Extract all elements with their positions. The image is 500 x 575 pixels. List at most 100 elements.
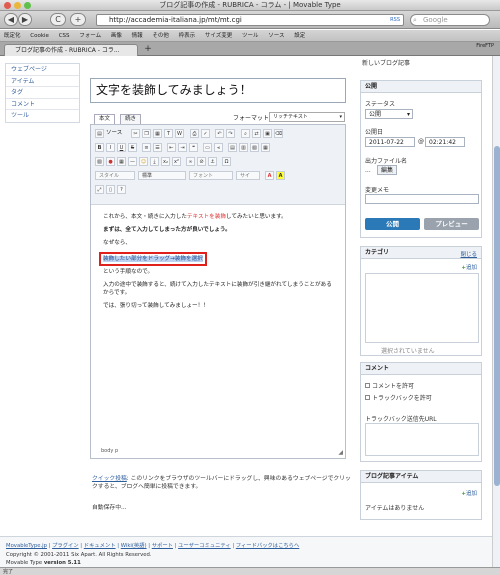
date-field[interactable]: 2011-07-22	[365, 137, 415, 147]
nav-item-tags[interactable]: タグ	[6, 87, 79, 99]
redo-icon[interactable]: ↷	[226, 129, 235, 138]
indent-icon[interactable]: ⇥	[178, 143, 187, 152]
source-label[interactable]: ソース	[106, 129, 122, 138]
trackback-url-field[interactable]	[365, 423, 479, 456]
bulleted-list-icon[interactable]: ☰	[153, 143, 162, 152]
footer-link[interactable]: サポート	[152, 543, 173, 549]
select-all-icon[interactable]: ▣	[263, 129, 272, 138]
size-select[interactable]: 標準	[138, 171, 186, 180]
italic-icon[interactable]: I	[106, 143, 115, 152]
find-icon[interactable]: ⌕	[241, 129, 250, 138]
quick-post-link[interactable]: クイック投稿	[92, 476, 127, 482]
flash-icon[interactable]: ●	[106, 157, 115, 166]
bookmark-item[interactable]: 設定	[294, 33, 305, 39]
strikethrough-icon[interactable]: S	[128, 143, 137, 152]
spellcheck-icon[interactable]: ✓	[201, 129, 210, 138]
tab-more[interactable]: 続き	[120, 114, 142, 124]
bookmark-item[interactable]: Cookie	[30, 33, 49, 39]
allow-comments-option[interactable]: コメントを許可	[365, 381, 414, 390]
resize-handle-icon[interactable]: ◢	[338, 449, 343, 456]
time-field[interactable]: 02:21:42	[425, 137, 465, 147]
category-add-link[interactable]: +追加	[461, 263, 477, 271]
tab-blog-entry[interactable]: ブログ記事の作成 - RUBRICA - コラ...	[4, 44, 138, 56]
nav-item-comments[interactable]: コメント	[6, 99, 79, 110]
bold-icon[interactable]: B	[95, 143, 104, 152]
bookmark-item[interactable]: 既定化	[4, 33, 21, 39]
url-field[interactable]: http://accademia-italiana.jp/mt/mt.cgi R…	[96, 14, 404, 26]
fireftp-button[interactable]: FireFTP	[476, 43, 494, 49]
blockquote-icon[interactable]: ❝	[189, 143, 198, 152]
edit-filename-button[interactable]: 編集	[377, 165, 397, 175]
zoom-window-button[interactable]	[24, 2, 31, 9]
footer-link[interactable]: ドキュメント	[84, 543, 116, 549]
items-add-link[interactable]: +追加	[461, 489, 477, 497]
style-select[interactable]: スタイル	[95, 171, 135, 180]
superscript-icon[interactable]: x²	[172, 157, 181, 166]
allow-comments-checkbox[interactable]	[365, 383, 370, 388]
align-right-icon[interactable]: ▧	[250, 143, 259, 152]
special-char-icon[interactable]: Ω	[222, 157, 231, 166]
undo-icon[interactable]: ↶	[215, 129, 224, 138]
format-select[interactable]: リッチテキスト ▾	[269, 112, 345, 122]
font-select[interactable]: フォント	[189, 171, 233, 180]
editor-content[interactable]: これから、本文・続きに入力したテキストを装飾してみたいと思います。 まずは、全て…	[99, 213, 337, 315]
rss-icon[interactable]: RSS	[390, 15, 400, 26]
footer-link[interactable]: ユーザーコミュニティ	[178, 543, 231, 549]
source-icon[interactable]: ▤	[95, 129, 104, 138]
entry-title-field[interactable]: 文字を装飾してみましょう！	[90, 78, 346, 103]
replace-icon[interactable]: ⇄	[252, 129, 261, 138]
nav-item-webpage[interactable]: ウェブページ	[6, 64, 79, 76]
cut-icon[interactable]: ✂	[131, 129, 140, 138]
publish-button[interactable]: 公開	[365, 218, 420, 230]
underline-icon[interactable]: U	[117, 143, 126, 152]
pagebreak-icon[interactable]: ⤓	[150, 157, 159, 166]
search-field[interactable]: ⌕ Google	[410, 14, 490, 26]
status-select[interactable]: 公開 ▾	[365, 109, 413, 119]
nav-item-tools[interactable]: ツール	[6, 110, 79, 122]
bookmark-item[interactable]: 情報	[132, 33, 143, 39]
reload-button[interactable]: C	[50, 13, 66, 26]
justify-left-icon[interactable]: ⫷	[214, 143, 223, 152]
bookmark-item[interactable]: フォーム	[79, 33, 101, 39]
tab-body[interactable]: 本文	[94, 114, 116, 124]
align-left-icon[interactable]: ▤	[228, 143, 237, 152]
nav-item-items[interactable]: アイテム	[6, 76, 79, 87]
allow-trackbacks-option[interactable]: トラックバックを許可	[365, 393, 432, 402]
footer-link[interactable]: プラグイン	[52, 543, 79, 549]
numbered-list-icon[interactable]: ≡	[142, 143, 151, 152]
allow-trackbacks-checkbox[interactable]	[365, 395, 370, 400]
table-icon[interactable]: ▦	[117, 157, 126, 166]
paste-text-icon[interactable]: T	[164, 129, 173, 138]
anchor-icon[interactable]: ⚓	[208, 157, 217, 166]
category-hide-link[interactable]: 閉じる	[460, 250, 477, 258]
font-size-select[interactable]: サイ	[236, 171, 260, 180]
align-center-icon[interactable]: ▥	[239, 143, 248, 152]
smiley-icon[interactable]: ☺	[139, 157, 148, 166]
bookmark-item[interactable]: サイズ変更	[205, 33, 232, 39]
new-tab-button[interactable]: +	[142, 44, 154, 56]
back-button[interactable]: ◀	[4, 13, 18, 26]
bookmark-item[interactable]: 画像	[111, 33, 122, 39]
align-justify-icon[interactable]: ▦	[261, 143, 270, 152]
footer-link[interactable]: フィードバックはこちらへ	[236, 543, 299, 549]
link-icon[interactable]: ∞	[186, 157, 195, 166]
text-color-icon[interactable]: A	[265, 171, 274, 180]
page-scrollbar[interactable]	[492, 56, 500, 575]
outdent-icon[interactable]: ⇤	[167, 143, 176, 152]
bookmark-item[interactable]: 枠表示	[179, 33, 196, 39]
image-icon[interactable]: ▧	[95, 157, 104, 166]
subscript-icon[interactable]: x₂	[161, 157, 170, 166]
print-icon[interactable]: ⎙	[190, 129, 199, 138]
bookmark-item[interactable]: ソース	[268, 33, 284, 39]
forward-button[interactable]: ▶	[18, 13, 32, 26]
bookmark-item[interactable]: CSS	[59, 33, 70, 39]
div-icon[interactable]: ▭	[203, 143, 212, 152]
footer-link[interactable]: Wiki(英語)	[121, 543, 147, 549]
copy-icon[interactable]: ❐	[142, 129, 151, 138]
minimize-window-button[interactable]	[14, 2, 21, 9]
help-icon[interactable]: ?	[117, 185, 126, 194]
preview-button[interactable]: プレビュー	[424, 218, 479, 230]
bookmark-item[interactable]: ツール	[242, 33, 259, 39]
show-blocks-icon[interactable]: ▯	[106, 185, 115, 194]
hr-icon[interactable]: —	[128, 157, 137, 166]
